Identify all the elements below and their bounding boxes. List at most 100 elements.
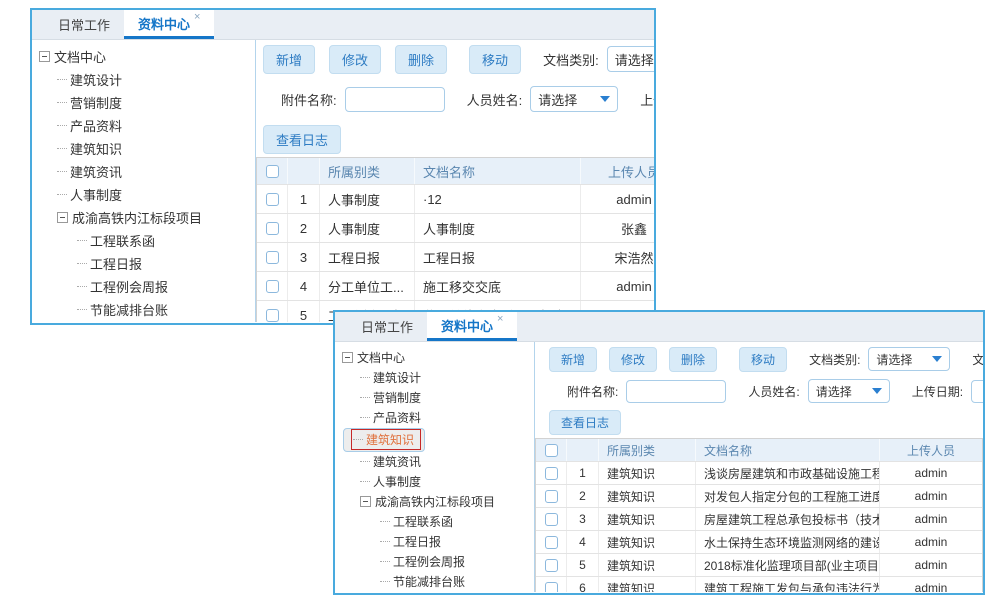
tree-item[interactable]: 分工单位工作移交: [32, 321, 255, 322]
doc-category-select[interactable]: 请选择: [607, 46, 654, 72]
tree-item[interactable]: 营销制度: [32, 91, 255, 114]
person-name-label: 人员姓名:: [748, 383, 799, 400]
tree-item-label: 营销制度: [373, 389, 421, 406]
tree-item[interactable]: 工程日报: [335, 532, 534, 552]
tree-dash: [77, 286, 87, 287]
table-row[interactable]: 4 分工单位工... 施工移交交底 admin: [257, 271, 654, 300]
tab-daily-work[interactable]: 日常工作: [347, 312, 427, 341]
tree-dash: [380, 521, 390, 522]
delete-button[interactable]: 删除: [395, 45, 447, 74]
tree-item[interactable]: 人事制度: [335, 472, 534, 492]
add-button[interactable]: 新增: [549, 347, 597, 372]
tree-item[interactable]: 建筑资讯: [32, 160, 255, 183]
tree-item[interactable]: 人事制度: [32, 183, 255, 206]
tab-data-center[interactable]: 资料中心 ×: [124, 10, 214, 39]
tree-item[interactable]: 工程例会周报: [335, 552, 534, 572]
edit-button[interactable]: 修改: [609, 347, 657, 372]
tree-item-label: 产品资料: [373, 409, 421, 426]
tree-item[interactable]: 建筑设计: [335, 367, 534, 387]
add-button[interactable]: 新增: [263, 45, 315, 74]
tree-item[interactable]: 工程联系函: [335, 512, 534, 532]
tree-item-project[interactable]: 成渝高铁内江标段项目: [335, 492, 534, 512]
row-doc-name: 2018标准化监理项目部(业主项目部)...: [695, 554, 879, 576]
upload-date-input[interactable]: [971, 380, 983, 403]
table-row[interactable]: 1 人事制度 ·12 admin: [257, 184, 654, 213]
tree-item-doc-center[interactable]: 文档中心: [335, 347, 534, 367]
row-uploader: admin: [879, 577, 982, 592]
document-tree-panel: 文档中心 建筑设计 营销制度 产品资料 建筑知识 建筑资讯 人事制度 成渝高铁内…: [335, 342, 535, 592]
row-category: 人事制度: [319, 214, 414, 242]
tree-item[interactable]: 工程例会周报: [32, 275, 255, 298]
move-button[interactable]: 移动: [739, 347, 787, 372]
person-name-select[interactable]: 请选择: [808, 379, 890, 403]
table-row[interactable]: 2 建筑知识 对发包人指定分包的工程施工进度安... admin: [536, 484, 982, 507]
row-uploader: admin: [580, 185, 654, 213]
tree-item[interactable]: 工程日报: [32, 252, 255, 275]
tree-item[interactable]: 节能减排台账: [335, 572, 534, 592]
table-row[interactable]: 5 建筑知识 2018标准化监理项目部(业主项目部)... admin: [536, 553, 982, 576]
view-log-button[interactable]: 查看日志: [263, 125, 341, 154]
table-row[interactable]: 3 建筑知识 房屋建筑工程总承包投标书（技术标... admin: [536, 507, 982, 530]
tree-item-label: 产品资料: [70, 116, 122, 135]
row-checkbox[interactable]: [545, 559, 558, 572]
close-icon[interactable]: ×: [194, 11, 200, 23]
delete-button[interactable]: 删除: [669, 347, 717, 372]
row-index: 4: [287, 272, 319, 300]
row-checkbox[interactable]: [266, 193, 279, 206]
row-index: 2: [566, 485, 598, 507]
row-checkbox[interactable]: [266, 251, 279, 264]
select-all-checkbox[interactable]: [545, 444, 558, 457]
select-value: 请选择: [816, 383, 852, 400]
move-button[interactable]: 移动: [469, 45, 521, 74]
close-icon[interactable]: ×: [497, 313, 503, 325]
table-row[interactable]: 4 建筑知识 水土保持生态环境监测网络的建设与... admin: [536, 530, 982, 553]
tab-bar: 日常工作 资料中心 ×: [32, 10, 654, 40]
tree-item[interactable]: 分工单位工作移交: [335, 592, 534, 593]
row-checkbox[interactable]: [545, 490, 558, 503]
tab-daily-work[interactable]: 日常工作: [44, 10, 124, 39]
row-category: 工程日报: [319, 243, 414, 271]
row-checkbox[interactable]: [545, 467, 558, 480]
row-checkbox[interactable]: [545, 513, 558, 526]
doc-category-select[interactable]: 请选择: [868, 347, 950, 371]
tree-item-selected[interactable]: 建筑知识: [343, 428, 425, 452]
tab-label: 日常工作: [58, 15, 110, 34]
tree-item[interactable]: 工程联系函: [32, 229, 255, 252]
tree-item[interactable]: 产品资料: [32, 114, 255, 137]
row-index: 1: [566, 462, 598, 484]
collapse-icon[interactable]: [57, 212, 68, 223]
collapse-icon[interactable]: [39, 51, 50, 62]
tab-bar: 日常工作 资料中心 ×: [335, 312, 983, 342]
attachment-name-input[interactable]: [345, 87, 445, 112]
row-checkbox[interactable]: [266, 222, 279, 235]
row-checkbox[interactable]: [266, 280, 279, 293]
document-tree: 文档中心 建筑设计 营销制度 产品资料 建筑知识 建筑资讯 人事制度 成渝高铁内…: [32, 40, 255, 322]
table-row[interactable]: 1 建筑知识 浅谈房屋建筑和市政基础设施工程施... admin: [536, 461, 982, 484]
table-row[interactable]: 3 工程日报 工程日报 宋浩然: [257, 242, 654, 271]
row-checkbox[interactable]: [545, 582, 558, 593]
row-checkbox[interactable]: [545, 536, 558, 549]
collapse-icon[interactable]: [360, 496, 371, 507]
tree-item-doc-center[interactable]: 文档中心: [32, 45, 255, 68]
tab-data-center[interactable]: 资料中心 ×: [427, 312, 517, 341]
tree-item[interactable]: 产品资料: [335, 407, 534, 427]
edit-button[interactable]: 修改: [329, 45, 381, 74]
tab-label: 日常工作: [361, 317, 413, 336]
table-row[interactable]: 6 建筑知识 建筑工程施工发包与承包违法行为认... admin: [536, 576, 982, 592]
attachment-name-label: 附件名称:: [567, 383, 618, 400]
tree-item-project[interactable]: 成渝高铁内江标段项目: [32, 206, 255, 229]
view-log-button[interactable]: 查看日志: [549, 410, 621, 435]
table-row[interactable]: 2 人事制度 人事制度 张鑫: [257, 213, 654, 242]
attachment-name-input[interactable]: [626, 380, 726, 403]
person-name-select[interactable]: 请选择: [530, 86, 618, 112]
tree-item[interactable]: 节能减排台账: [32, 298, 255, 321]
tree-item[interactable]: 建筑设计: [32, 68, 255, 91]
select-all-checkbox[interactable]: [266, 165, 279, 178]
tree-item[interactable]: 营销制度: [335, 387, 534, 407]
row-index: 6: [566, 577, 598, 592]
row-checkbox[interactable]: [266, 309, 279, 322]
tree-item[interactable]: 建筑知识: [32, 137, 255, 160]
collapse-icon[interactable]: [342, 352, 353, 363]
tree-item-label: 节能减排台账: [393, 573, 465, 590]
tree-item[interactable]: 建筑资讯: [335, 452, 534, 472]
